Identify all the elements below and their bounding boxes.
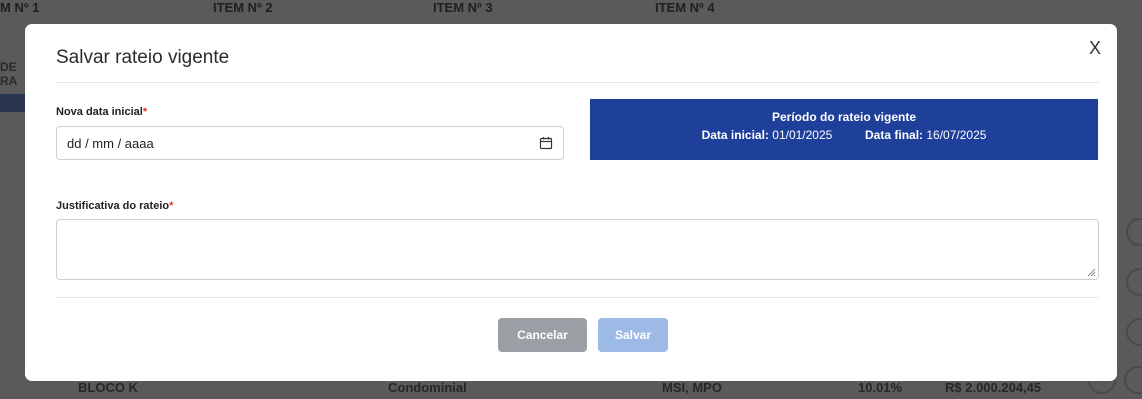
background-table-header: M Nº 1 ITEM Nº 2 ITEM Nº 3 ITEM Nº 4 <box>0 0 1142 18</box>
justification-label-text: Justificativa do rateio <box>56 200 170 212</box>
bg-header-item-4: ITEM Nº 4 <box>655 0 715 15</box>
bg-left-badge <box>0 94 26 112</box>
required-mark: * <box>142 106 148 118</box>
period-end-label: Data final: <box>865 128 924 142</box>
period-dates: Data inicial: 01/01/2025 Data final: 16/… <box>590 128 1098 142</box>
bg-header-item-2: ITEM Nº 2 <box>213 0 273 15</box>
period-title: Período do rateio vigente <box>771 110 917 124</box>
bg-cell-block: BLOCO K <box>78 380 138 395</box>
bg-left-text-1: DE <box>0 60 17 74</box>
justification-textarea[interactable] <box>56 219 1099 280</box>
start-date-input[interactable]: dd / mm / aaaa <box>56 126 564 160</box>
modal-title: Salvar rateio vigente <box>56 47 230 68</box>
start-date-label-text: Nova data inicial <box>56 106 143 118</box>
start-date-value: dd / mm / aaaa <box>67 135 154 151</box>
bg-left-text-2: RA <box>0 74 18 88</box>
footer-divider <box>56 297 1099 298</box>
bg-header-item-1: M Nº 1 <box>0 0 40 15</box>
save-allocation-modal: Salvar rateio vigente X Nova data inicia… <box>25 24 1117 381</box>
bg-cell-codes: MSI, MPO <box>662 380 722 395</box>
bg-header-item-3: ITEM Nº 3 <box>433 0 493 15</box>
period-start-label: Data inicial: <box>701 128 769 142</box>
resize-grip-icon[interactable] <box>1086 267 1096 277</box>
cancel-button[interactable]: Cancelar <box>498 318 587 352</box>
background-table-row: BLOCO K Condominial MSI, MPO 10.01% R$ 2… <box>0 378 1142 399</box>
bg-action-circle <box>1126 318 1142 346</box>
period-start-value: 01/01/2025 <box>772 128 833 142</box>
justification-label: Justificativa do rateio* <box>56 200 173 212</box>
bg-cell-amount: R$ 2.000.204,45 <box>945 380 1042 395</box>
period-end-value: 16/07/2025 <box>926 128 987 142</box>
bg-action-circle <box>1126 268 1142 296</box>
bg-cell-percent: 10.01% <box>858 380 903 395</box>
calendar-icon[interactable] <box>539 136 553 150</box>
close-button[interactable]: X <box>1089 38 1101 58</box>
header-divider <box>56 82 1099 83</box>
bg-cell-type: Condominial <box>388 380 467 395</box>
background-left-column: DE RA <box>0 60 28 112</box>
current-period-box: Período do rateio vigente Data inicial: … <box>590 99 1098 160</box>
required-mark: * <box>169 200 174 212</box>
start-date-label: Nova data inicial* <box>56 106 147 118</box>
bg-action-circle <box>1126 218 1142 246</box>
save-button[interactable]: Salvar <box>598 318 668 352</box>
